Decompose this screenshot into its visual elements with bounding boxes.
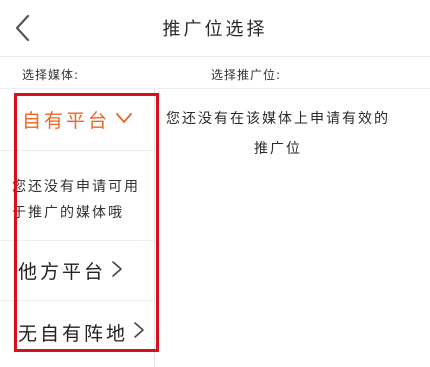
nav-bar: 推广位选择 (0, 0, 430, 57)
slot-column-label: 选择推广位: (211, 68, 282, 82)
sidebar-item-label: 无自有阵地 (18, 322, 129, 345)
empty-state-message: 您还没有在该媒体上申请有效的推广位 (166, 111, 390, 157)
media-sidebar: 自有平台 您还没有申请可用于推广的媒体哦 他方平台 无自有阵地 (0, 89, 155, 367)
sidebar-item-no-own-position[interactable]: 无自有阵地 (0, 301, 154, 363)
sidebar-item-own-platform[interactable]: 自有平台 (0, 89, 154, 151)
chevron-down-icon (114, 110, 134, 129)
sidebar-item-label: 他方平台 (18, 261, 107, 283)
page-title: 推广位选择 (162, 19, 268, 40)
sidebar-hint: 您还没有申请可用于推广的媒体哦 (0, 151, 154, 241)
no-media-hint: 您还没有申请可用于推广的媒体哦 (12, 178, 140, 221)
chevron-right-icon (132, 320, 146, 344)
chevron-right-icon (110, 259, 124, 283)
sidebar-item-label: 自有平台 (22, 110, 111, 132)
sidebar-item-other-platform[interactable]: 他方平台 (0, 241, 154, 301)
media-column-label: 选择媒体: (22, 68, 80, 82)
